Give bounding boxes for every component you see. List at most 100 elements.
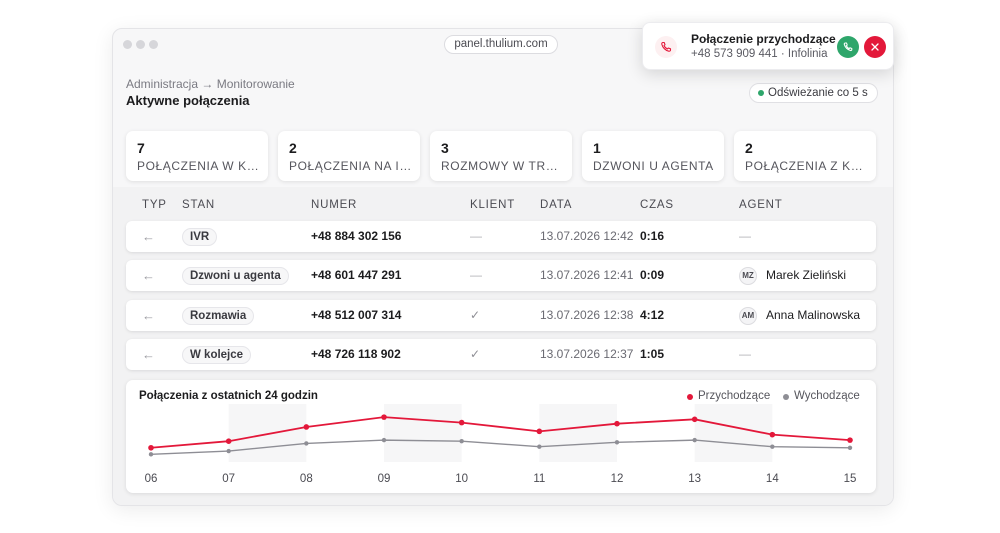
- chart-band: [228, 404, 307, 462]
- refresh-status-badge[interactable]: Odświeżanie co 5 s: [749, 83, 878, 103]
- data-point[interactable]: [536, 428, 543, 435]
- agent-name[interactable]: Marek Zieliński: [766, 260, 846, 291]
- data-point[interactable]: [458, 419, 465, 426]
- close-icon: [871, 43, 879, 51]
- stat-label: POŁĄCZENIA NA IVR: [289, 159, 413, 173]
- calls-chart-card: Połączenia z ostatnich 24 godzin Przycho…: [126, 380, 876, 493]
- state-badge: IVR: [182, 228, 218, 246]
- stat-label: POŁĄCZENIA W KOLEJCE: [137, 159, 261, 173]
- stat-label: ROZMOWY W TRAKCIE: [441, 159, 565, 173]
- x-tick-label: 11: [533, 473, 545, 485]
- incoming-arrow-icon: ←: [142, 229, 155, 244]
- incoming-arrow-icon: ←: [142, 347, 155, 362]
- data-point[interactable]: [381, 437, 387, 443]
- column-header-date[interactable]: DATA: [540, 199, 572, 211]
- live-status-dot-icon: [758, 90, 764, 96]
- data-point[interactable]: [847, 445, 853, 450]
- stat-value: 2: [289, 140, 297, 156]
- data-point[interactable]: [381, 414, 387, 420]
- page-title: Aktywne połączenia: [126, 93, 250, 108]
- browser-window: panel.thulium.com Administracja → Monito…: [112, 28, 894, 506]
- state-badge: Dzwoni u agenta: [182, 267, 289, 285]
- agent-cell: —: [739, 347, 751, 361]
- call-duration: 0:16: [640, 229, 665, 243]
- incoming-arrow-icon: ←: [142, 268, 155, 283]
- refresh-label: Odświeżanie co 5 s: [768, 87, 868, 99]
- data-point[interactable]: [148, 444, 154, 451]
- phone-number[interactable]: +48 884 302 156: [311, 221, 401, 252]
- column-header-client[interactable]: KLIENT: [470, 199, 515, 211]
- data-point[interactable]: [691, 416, 698, 423]
- column-header-type[interactable]: TYP: [142, 199, 167, 211]
- agent-name[interactable]: Anna Malinowska: [766, 300, 860, 331]
- phone-number[interactable]: +48 601 447 291: [311, 260, 401, 291]
- call-date: 13.07.2026 12:42: [540, 229, 634, 243]
- stat-label: DZWONI U AGENTA: [593, 159, 714, 173]
- data-point[interactable]: [304, 441, 309, 446]
- x-tick-label: 08: [300, 473, 313, 485]
- table-row[interactable]: ← W kolejce +48 726 118 902 ✓ 13.07.2026…: [126, 339, 876, 370]
- data-point[interactable]: [847, 437, 853, 443]
- window-close-dot[interactable]: [123, 40, 132, 49]
- table-row[interactable]: ← Dzwoni u agenta +48 601 447 291 — 13.0…: [126, 260, 876, 291]
- x-tick-label: 07: [222, 473, 235, 485]
- line-chart: 06 07 08 09 10 11 12 13 14 15: [145, 404, 857, 485]
- stat-card-queue[interactable]: 7 POŁĄCZENIA W KOLEJCE: [126, 131, 268, 181]
- data-point[interactable]: [769, 431, 776, 438]
- data-point[interactable]: [537, 444, 542, 449]
- call-duration: 0:09: [640, 268, 665, 282]
- data-point[interactable]: [303, 424, 310, 430]
- x-tick-label: 14: [766, 473, 779, 485]
- data-point[interactable]: [614, 440, 620, 445]
- url-bar[interactable]: panel.thulium.com: [444, 35, 558, 54]
- x-tick-label: 15: [844, 473, 857, 485]
- stat-card-ringing[interactable]: 1 DZWONI U AGENTA: [582, 131, 724, 181]
- data-point[interactable]: [614, 420, 620, 427]
- data-point[interactable]: [692, 437, 697, 443]
- stat-card-in-progress[interactable]: 3 ROZMOWY W TRAKCIE: [430, 131, 572, 181]
- chart-band: [384, 404, 462, 462]
- column-header-agent[interactable]: AGENT: [739, 199, 783, 211]
- answer-call-button[interactable]: [837, 36, 859, 58]
- data-point[interactable]: [148, 452, 154, 457]
- column-header-number[interactable]: NUMER: [311, 199, 357, 211]
- agent-avatar: AM: [739, 307, 757, 325]
- phone-number[interactable]: +48 512 007 314: [311, 300, 401, 331]
- incoming-arrow-icon: ←: [142, 308, 155, 323]
- client-cell: —: [470, 229, 482, 243]
- stat-value: 3: [441, 140, 449, 156]
- x-tick-label: 10: [455, 473, 468, 485]
- incoming-call-toast: Połączenie przychodzące +48 573 909 441 …: [642, 22, 894, 70]
- client-cell: —: [470, 268, 482, 282]
- table-row[interactable]: ← Rozmawia +48 512 007 314 ✓ 13.07.2026 …: [126, 300, 876, 331]
- x-tick-label: 13: [688, 473, 701, 485]
- window-minimize-dot[interactable]: [136, 40, 145, 49]
- phone-icon: [655, 36, 677, 58]
- column-header-state[interactable]: STAN: [182, 199, 215, 211]
- stat-card-ivr[interactable]: 2 POŁĄCZENIA NA IVR: [278, 131, 420, 181]
- stat-value: 7: [137, 140, 145, 156]
- phone-number[interactable]: +48 726 118 902: [311, 339, 401, 370]
- call-duration: 4:12: [640, 308, 665, 322]
- state-badge: Rozmawia: [182, 307, 255, 325]
- x-tick-label: 12: [611, 473, 624, 485]
- window-maximize-dot[interactable]: [149, 40, 158, 49]
- phone-icon: [843, 42, 853, 52]
- data-point[interactable]: [225, 438, 232, 445]
- call-date: 13.07.2026 12:37: [540, 347, 634, 361]
- call-date: 13.07.2026 12:38: [540, 308, 634, 322]
- data-point[interactable]: [770, 444, 775, 449]
- table-row[interactable]: ← IVR +48 884 302 156 — 13.07.2026 12:42…: [126, 221, 876, 252]
- agent-cell: —: [739, 229, 751, 243]
- stat-card-campaign[interactable]: 2 POŁĄCZENIA Z KAMPANII: [734, 131, 876, 181]
- stat-label: POŁĄCZENIA Z KAMPANII: [745, 159, 869, 173]
- call-duration: 1:05: [640, 347, 665, 361]
- breadcrumb[interactable]: Administracja → Monitorowanie: [126, 77, 295, 91]
- client-check-icon: ✓: [470, 347, 481, 361]
- stat-value: 1: [593, 140, 601, 156]
- call-date: 13.07.2026 12:41: [540, 268, 634, 282]
- column-header-duration[interactable]: CZAS: [640, 199, 674, 211]
- decline-call-button[interactable]: [864, 36, 886, 58]
- data-point[interactable]: [226, 448, 231, 454]
- data-point[interactable]: [459, 439, 464, 444]
